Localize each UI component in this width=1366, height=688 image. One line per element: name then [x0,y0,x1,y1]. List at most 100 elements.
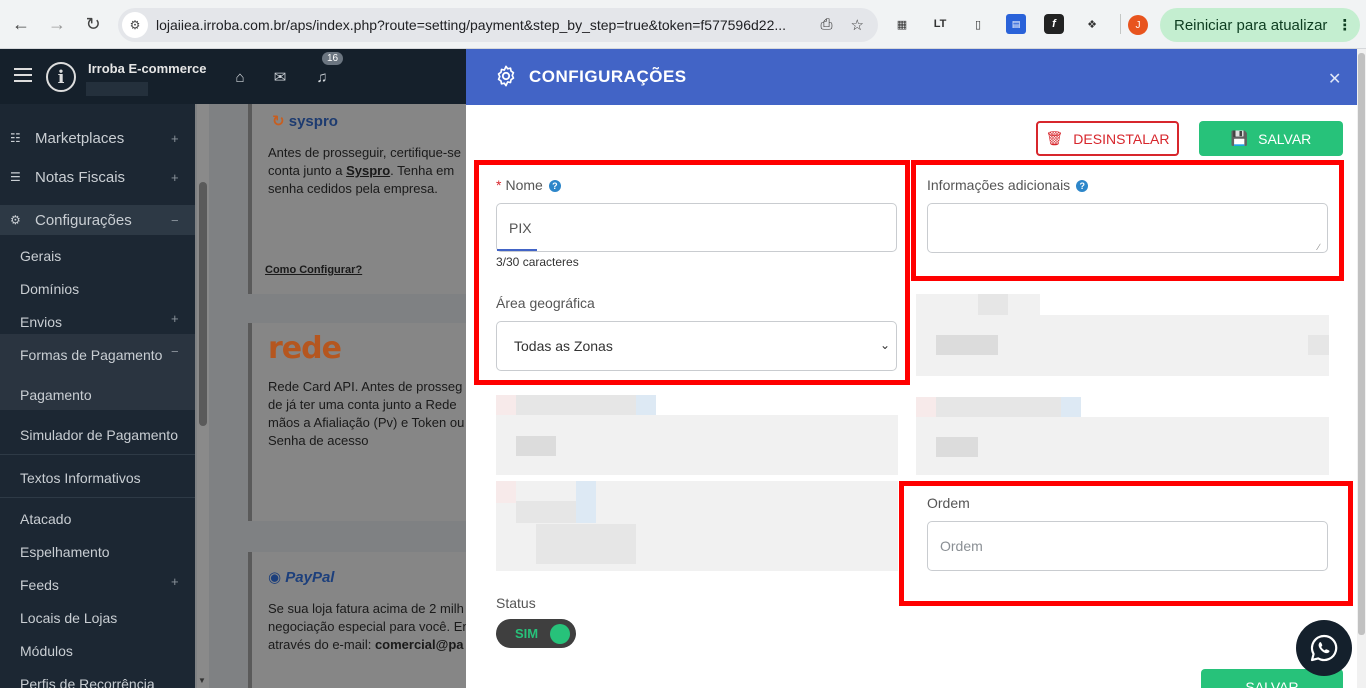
back-icon[interactable]: ← [6,9,36,39]
sidebar-sub-espelhamento[interactable]: Espelhamento [20,544,110,560]
redacted-field [536,524,636,564]
sidebar-sub-formas-pagamento[interactable]: Formas de Pagamento [20,347,162,363]
qr-extension-icon[interactable]: ▦ [892,14,912,34]
redacted-label [978,294,1008,315]
nome-input[interactable]: PIX [496,203,897,252]
sidebar-sub-locais[interactable]: Locais de Lojas [20,610,117,626]
page-scrollbar[interactable]: ▼ [197,104,209,688]
forward-icon[interactable]: → [42,9,72,39]
url-text[interactable]: lojaiiea.irroba.com.br/aps/index.php?rou… [156,17,806,33]
settings-modal: CONFIGURAÇÕES ✕ 🗑 DESINSTALAR 💾 SALVAR *… [466,49,1357,688]
sidebar-sub-dominios[interactable]: Domínios [20,281,79,297]
bookmark-star-icon[interactable]: ☆ [851,16,864,34]
help-icon[interactable]: ? [548,180,561,192]
redacted-field [576,481,596,523]
redacted-field [516,501,576,523]
expand-plus-icon[interactable]: + [171,170,195,185]
help-icon[interactable]: ? [1076,180,1089,192]
scroll-down-icon[interactable]: ▼ [198,676,206,685]
mail-icon[interactable]: ✉ [268,65,292,89]
card-text: conta junto a Syspro. Tenha em [268,163,455,178]
puzzle-extensions-icon[interactable]: ❖ [1082,14,1102,34]
modal-header: CONFIGURAÇÕES ✕ [466,49,1357,105]
sidebar-item-marketplaces[interactable]: ☷ Marketplaces + [0,128,195,148]
info-adicionais-textarea[interactable] [927,203,1328,253]
how-to-configure-link[interactable]: Como Configurar? [265,264,478,276]
nome-input-focus-bar [497,249,537,251]
area-geografica-select[interactable]: Todas as Zonas [496,321,897,371]
card-text: negociação especial para você. En [268,619,470,634]
page-scrollbar-thumb[interactable] [199,182,207,426]
card-text: de já ter uma conta junto a Rede [268,397,457,412]
redacted-field [496,415,898,475]
hamburger-menu-icon[interactable] [14,68,32,82]
redacted-label [496,395,516,415]
save-button[interactable]: 💾 SALVAR [1199,121,1343,156]
home-icon[interactable]: ⌂ [228,65,252,89]
collapse-minus-icon[interactable]: − [171,344,179,359]
whatsapp-chat-button[interactable] [1296,620,1352,676]
uninstall-label: DESINSTALAR [1073,130,1170,147]
status-label: Status [496,595,536,611]
address-bar[interactable]: ⚙ lojaiiea.irroba.com.br/aps/index.php?r… [118,8,878,42]
syspro-logo: ↻ syspro [272,113,338,130]
more-menu-icon[interactable]: ⋮ [1337,16,1352,34]
install-app-icon[interactable]: ⎙ [821,16,833,34]
store-name-redacted [86,82,148,96]
reload-icon[interactable]: ↻ [78,9,108,39]
info-adicionais-label: Informações adicionais? [927,177,1089,193]
irroba-logo-icon[interactable]: i [46,62,76,92]
sidebar-sub-envios[interactable]: Envios [20,314,62,330]
expand-plus-icon[interactable]: + [171,311,179,326]
redacted-label [1061,397,1081,417]
ordem-input[interactable]: Ordem [927,521,1328,571]
card-text: através do e-mail: comercial@pa [268,637,464,652]
sidebar: ☷ Marketplaces + ☰ Notas Fiscais + ⚙ Con… [0,104,195,688]
sidebar-divider [0,497,195,498]
expand-plus-icon[interactable]: + [171,574,179,589]
resize-handle-icon[interactable]: ∕ [1318,242,1320,252]
site-info-icon[interactable]: ⚙ [122,12,148,38]
sidebar-sub-perfis[interactable]: Perfis de Recorrência [20,676,155,688]
card-syspro: ↻ syspro Antes de prosseguir, certifique… [248,104,478,294]
sidebar-sub-pagamento[interactable]: Pagamento [20,387,92,403]
redacted-field [496,481,516,503]
status-toggle[interactable]: SIM [496,619,576,648]
redacted-field [936,335,998,355]
browser-toolbar: ← → ↻ ⚙ lojaiiea.irroba.com.br/aps/index… [0,0,1366,49]
close-icon[interactable]: ✕ [1328,69,1341,89]
sidebar-sub-atacado[interactable]: Atacado [20,511,71,527]
expand-plus-icon[interactable]: + [171,131,195,146]
trash-icon: 🗑 [1045,130,1064,146]
card-extension-icon[interactable]: ▤ [1006,14,1026,34]
card-text: senha cedidos pela empresa. [268,181,438,196]
card-text: Antes de prosseguir, certifique-se [268,145,461,160]
toggle-knob [550,624,570,644]
profile-avatar[interactable]: J [1128,15,1148,35]
sidebar-sub-simulador[interactable]: Simulador de Pagamento [20,427,178,443]
sidebar-sub-feeds[interactable]: Feeds [20,577,59,593]
sidebar-item-label: Marketplaces [35,129,125,147]
uninstall-button[interactable]: 🗑 DESINSTALAR [1036,121,1179,156]
modal-scrollbar[interactable] [1357,49,1366,688]
sidebar-sub-gerais[interactable]: Gerais [20,248,61,264]
sidebar-item-notas-fiscais[interactable]: ☰ Notas Fiscais + [0,167,195,187]
modal-scrollbar-thumb[interactable] [1358,53,1365,635]
card-text: Se sua loja fatura acima de 2 milh [268,601,464,616]
ordem-label: Ordem [927,495,970,511]
sidebar-sub-textos[interactable]: Textos Informativos [20,470,141,486]
card-text: mãos a Afialiação (Pv) e Token ou [268,415,465,430]
required-asterisk: * [496,177,502,193]
area-geografica-label: Área geográfica [496,295,595,311]
document-extension-icon[interactable]: ▯ [968,14,988,34]
redacted-field [516,436,556,456]
bell-icon[interactable]: ♫ [310,65,334,89]
lt-extension-icon[interactable]: LT [930,14,950,34]
sidebar-sub-modulos[interactable]: Módulos [20,643,73,659]
sidebar-item-configuracoes[interactable]: ⚙ Configurações − [0,205,195,235]
card-text: Rede Card API. Antes de prosseg [268,379,463,394]
chevron-down-icon[interactable]: ⌄ [880,338,890,352]
collapse-minus-icon[interactable]: − [171,213,195,228]
restart-update-button[interactable]: Reiniciar para atualizar ⋮ [1160,8,1360,42]
font-extension-icon[interactable]: f [1044,14,1064,34]
